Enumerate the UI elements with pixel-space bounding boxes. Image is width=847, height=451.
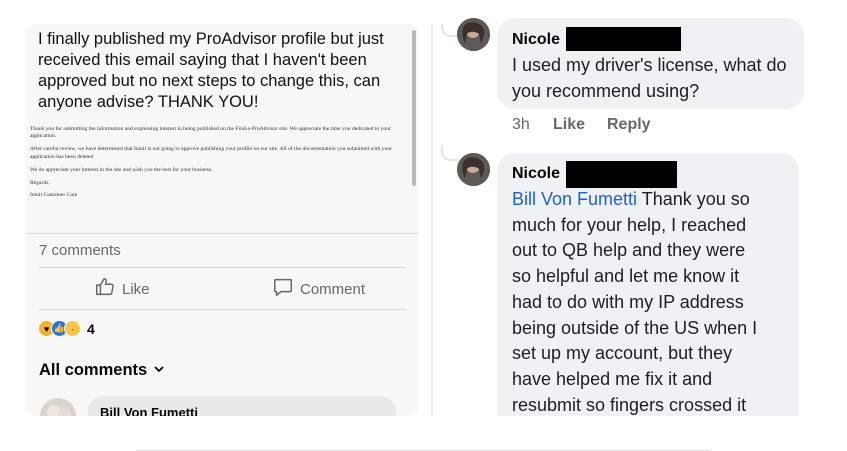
email-paragraph: We do appreciate your interest in the si… bbox=[30, 166, 213, 173]
thread-line bbox=[441, 24, 457, 37]
all-comments-label: All comments bbox=[39, 361, 148, 379]
panel-divider bbox=[431, 24, 433, 416]
comment-text: Bill Von Fumetti Thank you so much for y… bbox=[512, 189, 758, 415]
post-text: I finally published my ProAdvisor profil… bbox=[38, 30, 384, 111]
comments-count-link[interactable]: 7 comments bbox=[39, 242, 121, 259]
comment-button[interactable]: Comment bbox=[272, 277, 365, 301]
email-paragraph: Intuit Customer Care bbox=[30, 192, 78, 199]
redaction-bar bbox=[566, 161, 677, 188]
comment-label: Comment bbox=[300, 280, 366, 298]
sad-reaction-icon: · bbox=[64, 320, 81, 337]
post-panel: I finally published my ProAdvisor profil… bbox=[26, 24, 418, 416]
divider bbox=[26, 233, 418, 234]
comment-like-button[interactable]: Like bbox=[553, 116, 585, 134]
avatar[interactable] bbox=[457, 153, 490, 186]
thread-line bbox=[441, 145, 457, 161]
comment-text: I used my driver's license, what do you … bbox=[512, 55, 787, 101]
redaction-bar bbox=[566, 27, 681, 51]
avatar[interactable] bbox=[40, 398, 76, 416]
all-comments-filter[interactable]: All comments bbox=[39, 361, 165, 380]
divider bbox=[39, 267, 406, 268]
thumbs-up-icon bbox=[94, 276, 116, 302]
chevron-down-icon bbox=[153, 361, 165, 380]
comment-reply-button[interactable]: Reply bbox=[607, 116, 651, 134]
avatar[interactable] bbox=[457, 18, 490, 51]
commenter-name[interactable]: Nicole bbox=[512, 165, 560, 183]
email-paragraph: Thank you for submitting the information… bbox=[30, 126, 391, 140]
reaction-count: 4 bbox=[87, 320, 95, 337]
divider bbox=[39, 309, 406, 310]
email-paragraph: After careful review, we have determined… bbox=[30, 146, 392, 160]
comment-icon bbox=[272, 276, 294, 302]
reaction-summary[interactable]: ♥ 👍 · 4 bbox=[38, 320, 95, 337]
mention-link[interactable]: Bill Von Fumetti bbox=[512, 189, 637, 209]
commenter-name[interactable]: Bill Von Fumetti bbox=[100, 405, 198, 416]
like-label: Like bbox=[122, 280, 150, 298]
scrollbar[interactable] bbox=[412, 30, 416, 186]
page-margin bbox=[0, 416, 847, 451]
commenter-name[interactable]: Nicole bbox=[512, 31, 560, 49]
like-button[interactable]: Like bbox=[94, 277, 150, 301]
email-paragraph: Regards, bbox=[30, 179, 50, 186]
comment-timestamp: 3h bbox=[512, 116, 530, 133]
email-screenshot: Thank you for submitting the information… bbox=[30, 126, 408, 205]
